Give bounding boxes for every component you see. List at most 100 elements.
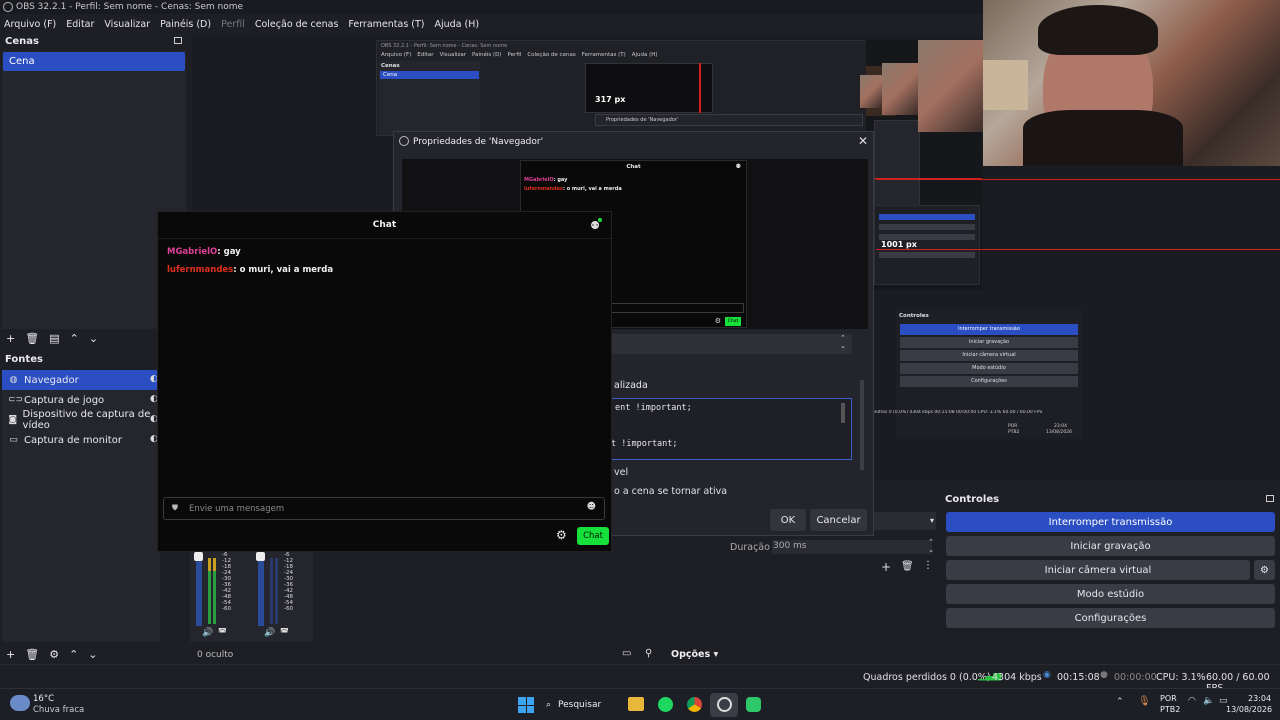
move-up-icon[interactable]: ⌃ [69,648,78,661]
move-down-icon[interactable]: ⌄ [88,648,97,661]
monitor-headphone-icon[interactable]: ◚ [218,628,227,638]
scene-item-cena[interactable]: Cena [3,52,185,71]
source-item-captura-jogo[interactable]: ⊂⊃ Captura de jogo [2,390,160,410]
level-meter [208,558,211,624]
mini-chat-text: : o muri, vai a merda [562,186,622,192]
remove-transition-icon[interactable]: 🗑 [901,561,914,572]
nested-control-button: Interromper transmissão [900,324,1078,335]
options-label: Opções [671,649,711,660]
mini-chat-text: : gay [553,177,568,183]
source-settings-gear-icon[interactable]: ⚙ [49,648,59,661]
weather-icon[interactable] [10,695,30,711]
mixer-link-icon[interactable]: ⚲ [645,648,652,659]
volume-icon[interactable]: 🔈 [1203,696,1214,706]
source-item-captura-monitor[interactable]: ▭ Captura de monitor [2,430,160,450]
keyboard-layout[interactable]: PTB2 [1160,705,1180,714]
chat-settings-gear-icon[interactable]: ⚙ [556,528,567,542]
duration-input[interactable]: 300 ms [772,540,932,554]
keyboard-lang[interactable]: POR [1160,694,1177,703]
status-bar: Quadros perdidos 0 (0.0%) ▁▃▅ 4304 kbps … [0,664,1280,694]
settings-button[interactable]: Configurações [946,608,1275,628]
emote-icon[interactable]: ☻ [587,502,596,512]
chat-send-button[interactable]: Chat [577,527,609,545]
dock-undock-icon[interactable] [1266,495,1274,502]
menu-ajuda[interactable]: Ajuda (H) [435,19,480,30]
chat-username[interactable]: MGabrielO [167,247,217,257]
menu-ferramentas[interactable]: Ferramentas (T) [348,19,424,30]
dock-undock-icon[interactable] [174,37,182,44]
wifi-icon[interactable]: ◠ [1188,696,1196,706]
microphone-icon[interactable]: 🎙 [1138,696,1151,707]
gamepad-icon: ⊂⊃ [8,395,24,405]
add-scene-icon[interactable]: + [6,332,15,345]
custom-css-textarea[interactable]: ent !important; t !important; [608,398,852,460]
menu-editar[interactable]: Editar [66,19,94,30]
monitor-headphone-icon[interactable]: ◚ [280,628,289,638]
tray-chevron-icon[interactable]: ⌃ [1116,697,1124,707]
scenes-title: Cenas [0,34,188,50]
dialog-checkbox-label[interactable]: o a cena se tornar ativa [614,486,727,497]
nested-window-title: OBS 32.2.1 - Perfil: Sem nome - Cenas: S… [381,43,508,49]
cancel-button[interactable]: Cancelar [810,509,867,531]
menu-colecao-cenas[interactable]: Coleção de cenas [255,19,339,30]
source-item-dispositivo-video[interactable]: ◙ Dispositivo de captura de vídeo [2,409,160,431]
scene-filters-icon[interactable]: ▤ [49,332,59,345]
move-down-icon[interactable]: ⌄ [89,332,98,345]
css-line: ent !important; [615,403,692,413]
close-icon[interactable]: ✕ [858,134,868,148]
spotify-icon[interactable] [658,697,673,712]
transition-menu-icon[interactable]: ⋮ [923,560,933,571]
duration-stepper[interactable]: ⌃ ⌄ [928,538,934,554]
stop-streaming-button[interactable]: Interromper transmissão [946,512,1275,532]
file-explorer-icon[interactable] [628,697,644,711]
volume-slider-handle[interactable] [256,552,265,561]
textarea-scrollbar[interactable] [841,403,845,423]
weather-temp[interactable]: 16°C [33,694,54,704]
clock-time[interactable]: 23:04 [1248,694,1271,703]
clock-date[interactable]: 13/08/2026 [1226,705,1272,714]
add-transition-icon[interactable]: + [881,560,891,574]
start-virtual-camera-button[interactable]: Iniciar câmera virtual [946,560,1250,580]
whatsapp-icon[interactable] [746,697,761,712]
webcam-echo-3 [860,75,882,108]
mixer-options-button[interactable]: Opções ▾ [671,649,718,660]
studio-mode-button[interactable]: Modo estúdio [946,584,1275,604]
remove-source-icon[interactable]: 🗑 [25,648,39,661]
start-recording-button[interactable]: Iniciar gravação [946,536,1275,556]
duration-value: 300 ms [773,541,807,551]
add-source-icon[interactable]: + [6,648,15,661]
dialog-scrollbar[interactable] [860,380,864,470]
virtual-camera-settings-gear-icon[interactable]: ⚙ [1254,560,1275,580]
remove-scene-icon[interactable]: 🗑 [25,332,39,345]
obs-taskbar-icon[interactable] [717,697,732,712]
dialog-checkbox-label[interactable]: vel [614,467,628,478]
volume-slider[interactable] [258,554,264,626]
speaker-icon[interactable]: 🔊 [202,628,213,638]
volume-slider-handle[interactable] [194,552,203,561]
windows-start-icon[interactable] [518,697,534,713]
mixer-layout-icon[interactable]: ▭ [622,648,631,659]
source-item-navegador[interactable]: ◍ Navegador [2,370,160,390]
nested-px-label-1: 317 px [595,95,626,104]
taskbar-search[interactable]: ⌕ Pesquisar [546,695,618,715]
ok-button[interactable]: OK [770,509,806,531]
menu-visualizar[interactable]: Visualizar [104,19,150,30]
dropdown-stepper-icon[interactable]: ⌃ ⌄ [840,334,846,350]
menu-perfil[interactable]: Perfil [221,19,245,30]
volume-slider[interactable] [196,554,202,626]
chat-message: MGabrielO: gay [167,247,241,257]
obs-logo-icon [399,136,409,146]
dialog-dropdown[interactable] [612,334,852,354]
mixer-channels: -6 -12 -18 -24 -30 -36 -42 -48 -54 -60 -… [190,548,313,642]
speaker-icon[interactable]: 🔊 [264,628,275,638]
move-up-icon[interactable]: ⌃ [70,332,79,345]
hidden-count: 0 oculto [197,650,234,660]
chat-username[interactable]: lufernmandes [167,265,233,275]
menu-paineis[interactable]: Painéis (D) [160,19,211,30]
meter-tick: -60 [284,606,293,612]
monitor-icon: ▭ [9,435,18,445]
menu-arquivo[interactable]: Arquivo (F) [4,19,56,30]
weather-desc[interactable]: Chuva fraca [33,705,84,715]
chrome-icon[interactable] [687,697,702,712]
chat-input[interactable]: ⛊ Envie uma mensagem ☻ [163,497,605,520]
